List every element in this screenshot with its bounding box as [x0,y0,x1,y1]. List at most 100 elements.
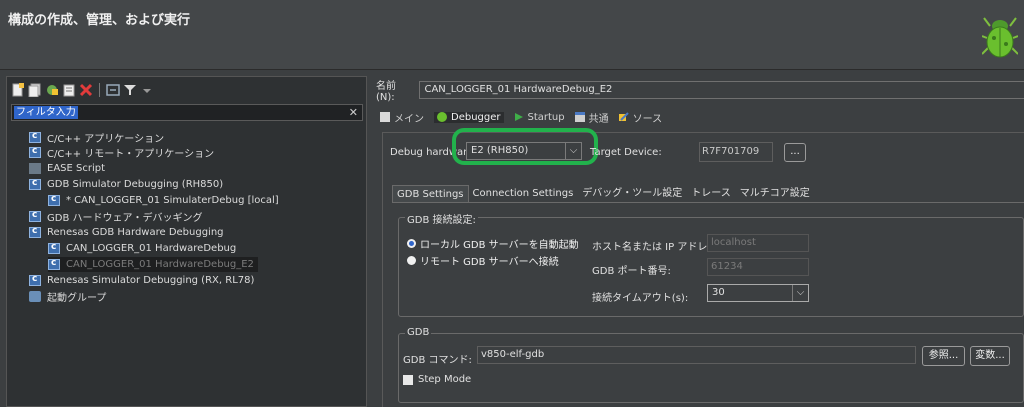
host-label: ホスト名または IP アドレス: [592,242,721,253]
tree-item-label: Renesas GDB Hardware Debugging [47,227,224,238]
c-config-icon [29,226,41,238]
export-icon[interactable] [45,83,59,97]
new-config-icon[interactable] [11,83,25,97]
radio-unselected-icon [407,256,416,265]
debugger-tab-icon [437,112,447,122]
c-config-icon [48,258,60,270]
radio-selected-icon [407,239,416,248]
launch-group-icon [29,291,41,302]
gdb-connection-title: GDB 接続設定: [405,211,478,226]
launch-config-tree-panel: フィルタ入力 ✕ C/C++ アプリケーション C/C++ リモート・アプリケー… [6,76,367,407]
timeout-value: 30 [712,287,725,298]
gdb-command-input[interactable]: v850-elf-gdb [477,346,916,364]
tree-item-simulater-debug[interactable]: * CAN_LOGGER_01 SimulaterDebug [local] [48,193,279,208]
target-device-input[interactable]: R7F701709 [699,142,773,162]
tab-label: ソース [632,113,663,125]
gdb-group: GDB [398,327,1024,403]
tree-item-gdb-hardware[interactable]: GDB ハードウェア・デバッギング [29,209,203,224]
step-mode-label: Step Mode [418,374,472,385]
tree-item-ease-script[interactable]: EASE Script [29,161,105,176]
step-mode-checkbox[interactable]: Step Mode [403,374,471,385]
dialog-header: 構成の作成、管理、および実行 [0,0,1024,70]
c-config-icon [29,131,41,143]
config-name-input[interactable]: CAN_LOGGER_01 HardwareDebug_E2 [419,81,1024,99]
source-tab-icon [618,112,629,121]
tab-label: 共通 [588,113,609,125]
duplicate-icon[interactable] [28,83,42,98]
subtab-multicore[interactable]: マルチコア設定 [736,185,815,202]
tree-item-cpp-app[interactable]: C/C++ アプリケーション [29,130,164,145]
filter-input[interactable]: フィルタ入力 ✕ [11,104,363,121]
tree-item-hardware-debug-e2[interactable]: CAN_LOGGER_01 HardwareDebug_E2 [48,257,258,272]
tab-label: メイン [394,113,424,125]
tree-toolbar [11,81,154,99]
timeout-select[interactable]: 30 ⌵ [707,284,809,302]
startup-tab-icon [514,113,523,121]
delete-icon[interactable] [79,83,93,97]
port-input[interactable]: 61234 [707,258,809,276]
dropdown-arrow-icon[interactable] [140,83,154,97]
radio-label: リモート GDB サーバーへ接続 [420,257,559,268]
tree-item-hardware-debug[interactable]: CAN_LOGGER_01 HardwareDebug [48,241,236,256]
tree-item-label: C/C++ アプリケーション [47,134,165,145]
tree-item-label: * CAN_LOGGER_01 SimulaterDebug [local] [66,195,279,206]
main-tab-icon [380,112,390,122]
tree-item-label: 起動グループ [47,293,107,304]
chevron-down-icon: ⌵ [792,285,808,301]
target-device-browse-button[interactable]: ... [784,143,806,162]
gdb-command-label: GDB コマンド: [403,355,472,366]
tab-source[interactable]: ソース [618,110,663,125]
name-label: 名前(N): [376,81,396,103]
tab-label: Startup [527,111,565,123]
subtab-debug-tool-settings[interactable]: デバッグ・ツール設定 [578,185,687,202]
target-device-label: Target Device: [590,147,662,158]
tree-item-renesas-simulator[interactable]: Renesas Simulator Debugging (RX, RL78) [29,273,254,288]
gdb-variables-button[interactable]: 変数... [970,346,1010,366]
name-row: 名前(N): CAN_LOGGER_01 HardwareDebug_E2 [376,81,1024,103]
tree-item-label: CAN_LOGGER_01 HardwareDebug_E2 [66,259,254,270]
gdb-group-title: GDB [405,327,432,338]
subtab-trace[interactable]: トレース [687,185,736,202]
toolbar-separator [99,83,100,97]
subtab-gdb-settings[interactable]: GDB Settings [392,185,469,202]
c-config-icon [48,194,60,206]
radio-label: ローカル GDB サーバーを自動起動 [420,240,579,251]
host-input[interactable]: localhost [707,234,809,252]
tree-item-gdb-simulator[interactable]: GDB Simulator Debugging (RH850) [29,177,223,192]
tab-common[interactable]: 共通 [574,110,609,125]
config-tabs: メイン Debugger Startup 共通 ソース [380,109,662,125]
filter-placeholder: フィルタ入力 [14,106,78,119]
tab-debugger[interactable]: Debugger [434,111,504,123]
checkbox-unchecked-icon [403,374,413,385]
tab-main[interactable]: メイン [380,110,424,125]
highlight-annotation [452,128,598,165]
tree-item-renesas-gdb-hw[interactable]: Renesas GDB Hardware Debugging [29,225,224,240]
c-config-icon [29,274,41,286]
tree-item-label: GDB ハードウェア・デバッギング [47,213,203,224]
debugger-subtabs: GDB Settings Connection Settings デバッグ・ツー… [392,185,815,202]
subtab-connection-settings[interactable]: Connection Settings [469,185,579,202]
dialog-title: 構成の作成、管理、および実行 [8,13,191,28]
tree-item-label: CAN_LOGGER_01 HardwareDebug [66,243,237,254]
copy-icon[interactable] [62,83,76,97]
filter-icon[interactable] [123,83,137,97]
c-config-icon [48,242,60,254]
remote-gdb-server-radio[interactable]: リモート GDB サーバーへ接続 [407,253,559,268]
timeout-label: 接続タイムアウト(s): [592,293,689,304]
tree-item-label: Renesas Simulator Debugging (RX, RL78) [47,275,255,286]
c-config-icon [29,146,41,158]
tree-item-cpp-remote-app[interactable]: C/C++ リモート・アプリケーション [29,145,214,160]
gdb-browse-button[interactable]: 参照... [922,346,965,366]
clear-filter-icon[interactable]: ✕ [349,105,358,120]
c-config-icon [29,210,41,222]
collapse-all-icon[interactable] [106,83,120,97]
tab-label: Debugger [451,111,501,123]
ease-script-icon [29,163,41,174]
tree-item-launch-group[interactable]: 起動グループ [29,289,106,304]
tree-item-label: C/C++ リモート・アプリケーション [47,149,215,160]
tab-startup[interactable]: Startup [514,112,565,123]
c-config-icon [29,178,41,190]
common-tab-icon [574,112,585,122]
tree-item-label: EASE Script [47,163,106,174]
local-gdb-server-radio[interactable]: ローカル GDB サーバーを自動起動 [407,236,579,251]
